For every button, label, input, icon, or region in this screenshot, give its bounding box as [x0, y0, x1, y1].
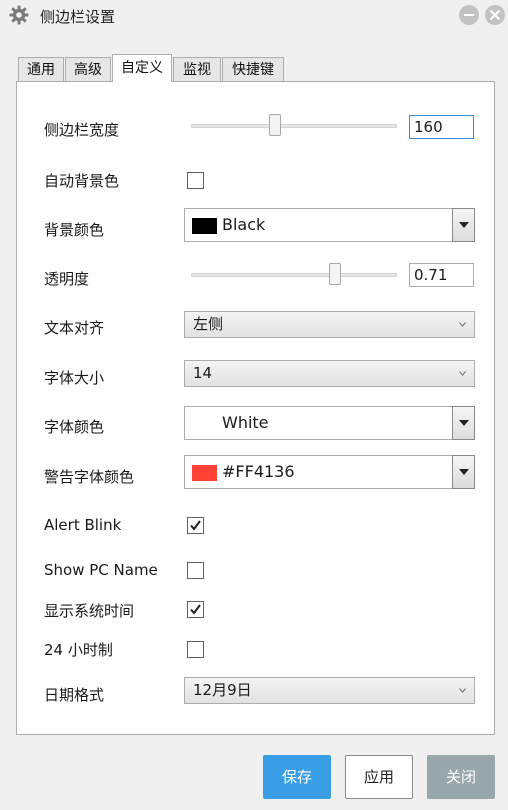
tab-label: 通用: [27, 62, 55, 78]
opacity-slider-thumb[interactable]: [328, 263, 341, 285]
color-swatch: [192, 416, 217, 432]
alert-font-color-picker[interactable]: #FF4136: [184, 455, 475, 489]
tab-advanced[interactable]: 高级: [65, 57, 111, 81]
show-system-time-checkbox[interactable]: [187, 601, 204, 618]
select-value: 14: [193, 364, 213, 382]
checkmark-icon: [190, 520, 201, 531]
minimize-button[interactable]: [459, 5, 479, 25]
window-title: 侧边栏设置: [40, 8, 116, 26]
opacity-label: 透明度: [44, 270, 90, 288]
dropdown-button[interactable]: [452, 406, 475, 440]
text-align-select[interactable]: 左侧: [184, 311, 475, 338]
tab-general[interactable]: 通用: [18, 57, 64, 81]
font-color-picker[interactable]: White: [184, 406, 475, 440]
save-button[interactable]: 保存: [263, 755, 331, 799]
tab-label: 监视: [183, 62, 211, 78]
close-icon: [490, 10, 500, 20]
text-align-label: 文本对齐: [44, 319, 105, 337]
hour24-label: 24 小时制: [44, 641, 113, 659]
sidebar-width-slider-thumb[interactable]: [268, 114, 281, 136]
chevron-down-icon: [459, 322, 466, 327]
settings-panel: 侧边栏宽度 160 自动背景色 背景颜色 Black 透明度 0.71 文本对齐…: [16, 81, 495, 735]
show-pc-name-label: Show PC Name: [44, 561, 158, 579]
font-color-label: 字体颜色: [44, 418, 105, 436]
opacity-slider[interactable]: [191, 273, 397, 277]
dropdown-button[interactable]: [452, 208, 475, 242]
apply-button[interactable]: 应用: [345, 755, 413, 799]
color-swatch: [192, 218, 217, 234]
sidebar-width-label: 侧边栏宽度: [44, 121, 120, 139]
font-size-select[interactable]: 14: [184, 360, 475, 387]
tab-label: 自定义: [121, 60, 163, 76]
triangle-down-icon: [459, 469, 469, 475]
date-format-select[interactable]: 12月9日: [184, 677, 475, 704]
tab-label: 快捷键: [232, 62, 274, 78]
color-name: Black: [222, 215, 266, 234]
auto-bg-color-label: 自动背景色: [44, 172, 120, 190]
title-bar: 侧边栏设置: [0, 0, 508, 30]
close-window-button[interactable]: [485, 5, 505, 25]
tab-hotkeys[interactable]: 快捷键: [222, 57, 284, 81]
alert-blink-label: Alert Blink: [44, 516, 122, 534]
dropdown-button[interactable]: [452, 455, 475, 489]
date-format-label: 日期格式: [44, 686, 105, 704]
triangle-down-icon: [459, 420, 469, 426]
checkmark-icon: [190, 604, 201, 615]
color-name: White: [222, 413, 269, 432]
auto-bg-color-checkbox[interactable]: [187, 172, 204, 189]
bg-color-picker[interactable]: Black: [184, 208, 475, 242]
tab-monitor[interactable]: 监视: [173, 57, 221, 81]
select-value: 左侧: [193, 315, 224, 333]
font-size-label: 字体大小: [44, 369, 105, 387]
color-swatch: [192, 465, 217, 481]
select-value: 12月9日: [193, 681, 252, 699]
hour24-checkbox[interactable]: [187, 641, 204, 658]
show-system-time-label: 显示系统时间: [44, 602, 135, 620]
sidebar-width-input[interactable]: 160: [409, 115, 474, 139]
chevron-down-icon: [459, 688, 466, 693]
alert-font-color-label: 警告字体颜色: [44, 468, 135, 486]
gear-icon: [9, 5, 29, 25]
show-pc-name-checkbox[interactable]: [187, 562, 204, 579]
triangle-down-icon: [459, 222, 469, 228]
chevron-down-icon: [459, 371, 466, 376]
opacity-input[interactable]: 0.71: [409, 263, 474, 287]
tab-custom[interactable]: 自定义: [112, 54, 172, 82]
minus-icon: [464, 14, 474, 16]
close-button[interactable]: 关闭: [427, 755, 495, 799]
color-name: #FF4136: [222, 462, 295, 481]
alert-blink-checkbox[interactable]: [187, 517, 204, 534]
bg-color-label: 背景颜色: [44, 221, 105, 239]
tab-label: 高级: [74, 62, 102, 78]
sidebar-width-slider[interactable]: [191, 124, 397, 128]
